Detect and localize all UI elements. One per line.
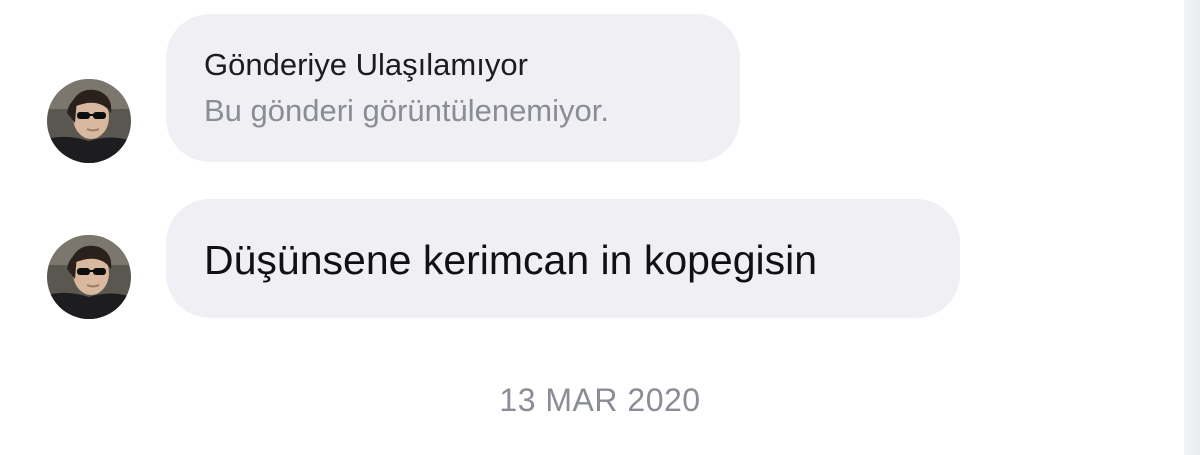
date-separator: 13 MAR 2020 [499, 382, 701, 418]
sender-avatar[interactable] [47, 235, 131, 319]
message-bubble[interactable]: Düşünsene kerimcan in kopegisin [166, 199, 960, 318]
unavailable-post-title: Gönderiye Ulaşılamıyor [204, 47, 528, 82]
unavailable-post-subtitle: Bu gönderi görüntülenemiyor. [204, 93, 609, 128]
profile-photo-icon [47, 79, 131, 163]
message-text: Düşünsene kerimcan in kopegisin [204, 237, 818, 283]
unavailable-post-bubble[interactable]: Gönderiye Ulaşılamıyor Bu gönderi görünt… [166, 14, 740, 162]
profile-photo-icon [47, 235, 131, 319]
sender-avatar[interactable] [47, 79, 131, 163]
